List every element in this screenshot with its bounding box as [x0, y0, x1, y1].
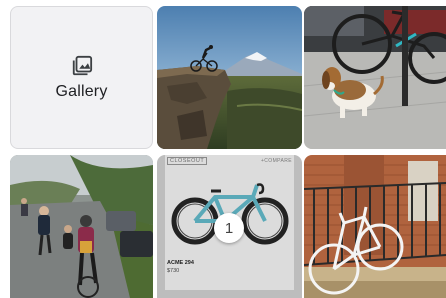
- closeout-tag: CLOSEOUT: [167, 157, 208, 165]
- mountain-bike-cliff-photo[interactable]: [157, 6, 302, 149]
- compare-link: +COMPARE: [260, 158, 292, 164]
- selection-count-badge: 1: [214, 213, 244, 243]
- road-race-cyclists-photo[interactable]: [10, 155, 153, 298]
- beagle-with-bicycle-photo[interactable]: [304, 6, 446, 149]
- bicycle-on-porch-photo[interactable]: [304, 155, 446, 298]
- gallery-button[interactable]: Gallery: [10, 6, 153, 149]
- gallery-label: Gallery: [55, 82, 108, 100]
- acme-294-gravel-bike-product-photo[interactable]: CLOSEOUT +COMPARE ACME 294 $730 1: [157, 155, 302, 298]
- photo-library-icon: [72, 55, 92, 75]
- product-name: ACME 294: [167, 260, 194, 266]
- product-price: $730: [167, 268, 180, 274]
